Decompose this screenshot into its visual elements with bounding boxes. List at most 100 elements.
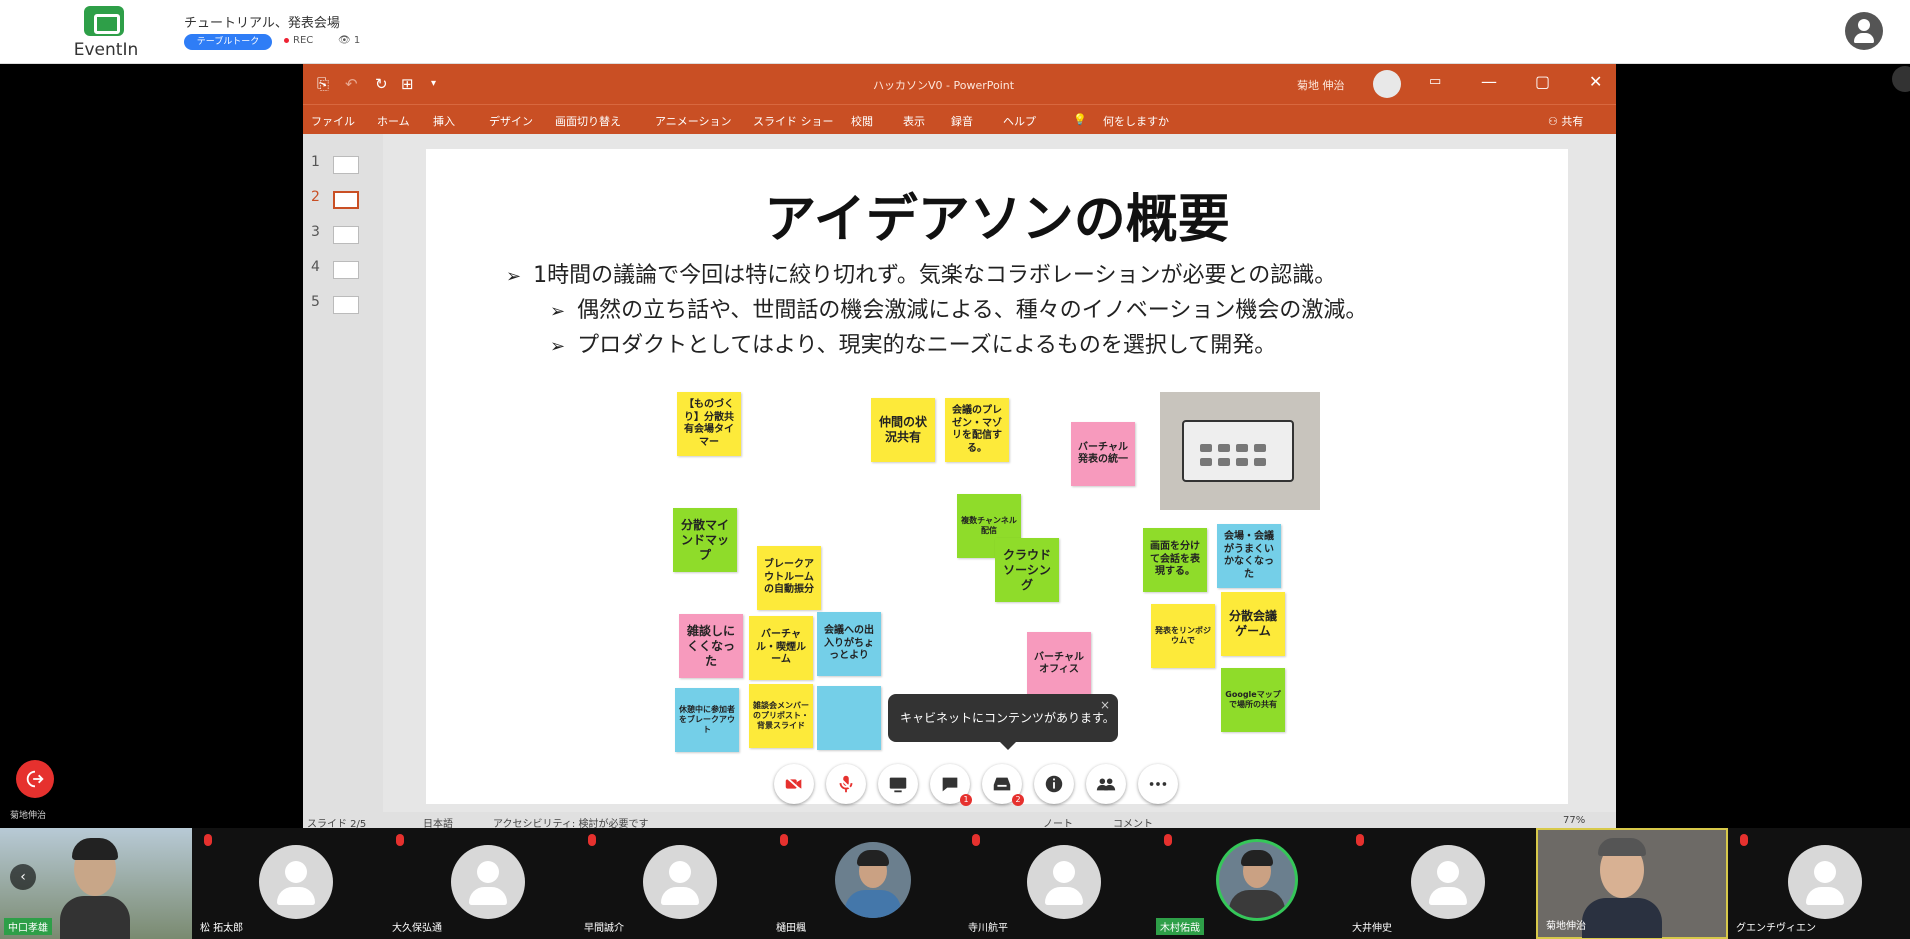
camera-off-button[interactable] <box>774 764 814 804</box>
menu-help: ヘルプ <box>1003 115 1036 128</box>
undo-icon: ↶ <box>345 75 358 93</box>
participant-tile[interactable]: 早間誠介 <box>576 828 768 939</box>
thumb-number: 5 <box>311 294 320 310</box>
ppt-title-bar: ⎘ ↶ ↻ ⊞ ▾ ハッカソンV0 - PowerPoint 菊地 伸治 ▭ —… <box>303 64 1616 104</box>
ppt-share: ⚇ 共有 <box>1548 113 1583 129</box>
participant-tile[interactable]: 大井伸史 <box>1344 828 1536 939</box>
chat-badge: 1 <box>960 794 972 806</box>
ribbon-display-icon: ▭ <box>1429 74 1442 89</box>
viewer-count: 👁 1 <box>338 35 360 46</box>
cabinet-button[interactable]: 2 <box>982 764 1024 806</box>
participant-tile[interactable]: 松 拓太郎 <box>192 828 384 939</box>
participants-button[interactable] <box>1086 764 1126 804</box>
screen-share-button[interactable] <box>878 764 918 804</box>
default-avatar <box>1411 845 1485 919</box>
sticky-note: 仲間の状況共有 <box>871 398 935 462</box>
sticky-note: 【ものづくり】分散共有会場タイマー <box>677 392 741 456</box>
share-label: 共有 <box>1561 115 1584 128</box>
slide-thumbnail <box>333 226 359 244</box>
thumb-number: 2 <box>311 189 320 205</box>
mic-off-icon <box>838 775 854 793</box>
sticky-note: 雑談しにくくなった <box>679 614 743 678</box>
maximize-icon: ▢ <box>1535 72 1551 91</box>
participant-tile[interactable]: 樋田楓 <box>768 828 960 939</box>
slide-thumbnail <box>333 261 359 279</box>
default-avatar <box>451 845 525 919</box>
mic-muted-icon <box>1740 834 1748 846</box>
default-avatar <box>1027 845 1101 919</box>
info-button[interactable] <box>1034 764 1074 804</box>
close-icon: ✕ <box>1589 72 1603 91</box>
device-key <box>1218 458 1230 466</box>
mic-muted-icon <box>396 834 404 846</box>
prev-participants-button[interactable]: ‹ <box>10 864 36 890</box>
participant-tile[interactable]: ‹ 中口孝雄 <box>0 828 192 939</box>
sticky-note: Googleマップで場所の共有 <box>1221 668 1285 732</box>
menu-transitions: 画面切り替え <box>555 115 621 128</box>
participant-tile[interactable]: グエンチヴィエン <box>1728 828 1910 939</box>
menu-animations: アニメーション <box>655 115 732 128</box>
slide-thumbnails: 1 2 3 4 5 <box>303 134 383 814</box>
thumb-number: 4 <box>311 259 320 275</box>
mic-muted-icon <box>1356 834 1364 846</box>
meeting-title: チュートリアル、発表会場 <box>184 16 340 31</box>
photo-avatar <box>1219 842 1295 918</box>
info-icon <box>1045 775 1063 793</box>
qat-dropdown-icon: ▾ <box>431 78 437 89</box>
rec-label: REC <box>293 35 314 46</box>
device-key <box>1254 444 1266 452</box>
ppt-user-avatar <box>1373 70 1401 98</box>
user-account-icon[interactable] <box>1845 12 1883 50</box>
table-talk-badge[interactable]: テーブルトーク <box>184 34 272 50</box>
participant-name: 大久保弘通 <box>392 923 442 934</box>
participant-name: 木村佑哉 <box>1156 918 1204 935</box>
cabinet-badge: 2 <box>1012 794 1024 806</box>
leave-button[interactable] <box>16 760 54 798</box>
bullet-arrow-icon: ➢ <box>506 266 522 287</box>
chat-button[interactable]: 1 <box>930 764 972 806</box>
menu-review: 校閲 <box>851 115 873 128</box>
slide-thumbnail-active <box>333 191 359 209</box>
menu-view: 表示 <box>903 115 925 128</box>
sticky-note: バーチャル・喫煙ルーム <box>749 616 813 680</box>
tooltip-close-icon[interactable]: × <box>1100 698 1110 712</box>
sticky-note: バーチャル発表の統一 <box>1071 422 1135 486</box>
self-name-label: 菊地伸治 <box>10 811 47 821</box>
sticky-note: 分散マインドマップ <box>673 508 737 572</box>
status-zoom: 77% <box>1563 815 1586 826</box>
slide-thumbnail <box>333 156 359 174</box>
participant-tile[interactable]: 木村佑哉 <box>1152 828 1344 939</box>
device-key <box>1236 444 1248 452</box>
menu-record: 録音 <box>951 115 973 128</box>
bullet-arrow-icon: ➢ <box>550 336 566 357</box>
mic-muted-icon <box>204 834 212 846</box>
bullet-2: ➢ 偶然の立ち話や、世間話の機会激減による、種々のイノベーション機会の激減。 <box>550 292 1367 324</box>
top-bar: EventIn チュートリアル、発表会場 テーブルトーク REC 👁 1 <box>0 0 1910 64</box>
exit-icon <box>26 770 44 788</box>
default-avatar <box>1788 845 1862 919</box>
photo-avatar <box>835 842 911 918</box>
participant-tile[interactable]: 菊地伸治 <box>1536 828 1728 939</box>
device-key <box>1200 458 1212 466</box>
tooltip-text: キャビネットにコンテンツがあります。 <box>900 711 1115 725</box>
slide-thumbnail <box>333 296 359 314</box>
mic-off-button[interactable] <box>826 764 866 804</box>
device-key <box>1236 458 1248 466</box>
participant-tile[interactable]: 大久保弘通 <box>384 828 576 939</box>
screen-share-icon <box>889 777 907 793</box>
bullet-text: 1時間の議論で今回は特に絞り切れず。気楽なコラボレーションが必要との認識。 <box>533 263 1337 288</box>
share-icon: ⚇ <box>1548 115 1562 128</box>
participant-tile[interactable]: 寺川航平 <box>960 828 1152 939</box>
participants-icon <box>1096 778 1116 791</box>
side-panel-toggle[interactable] <box>1892 66 1910 92</box>
bullet-text: 偶然の立ち話や、世間話の機会激減による、種々のイノベーション機会の激減。 <box>577 298 1368 323</box>
participant-name: 早間誠介 <box>584 923 624 934</box>
rec-indicator: REC <box>284 35 313 46</box>
ppt-doc-title: ハッカソンV0 - PowerPoint <box>873 79 1015 92</box>
cabinet-icon <box>993 777 1011 791</box>
bullet-text: プロダクトとしてはより、現実的なニーズによるものを選択して開発。 <box>577 333 1277 358</box>
bullet-1: ➢ 1時間の議論で今回は特に絞り切れず。気楽なコラボレーションが必要との認識。 <box>506 257 1336 289</box>
eventin-logo[interactable]: EventIn <box>66 6 146 60</box>
menu-file: ファイル <box>311 115 355 128</box>
more-button[interactable] <box>1138 764 1178 804</box>
